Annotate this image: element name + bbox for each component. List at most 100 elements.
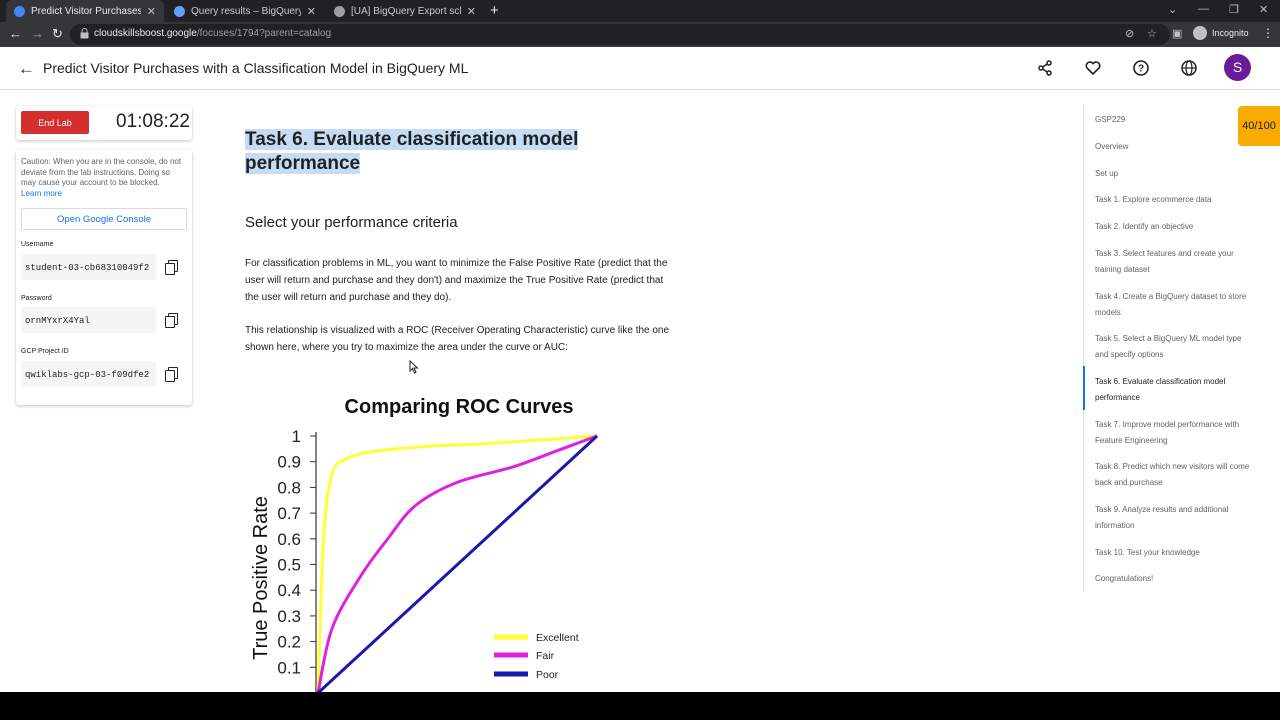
toc-item[interactable]: GSP229 (1095, 112, 1255, 128)
minimize-icon[interactable]: — (1198, 3, 1209, 15)
close-window-icon[interactable]: ✕ (1259, 3, 1268, 16)
mouse-cursor-icon (409, 360, 419, 374)
google-cloud-favicon-icon (14, 5, 25, 17)
series-line-poor (316, 434, 599, 692)
toc-item[interactable]: Overview (1095, 139, 1255, 155)
forward-icon[interactable]: → (31, 26, 44, 41)
chart-y-ticks: 0.1 0.2 0.3 0.4 0.5 0.6 0.7 0.8 0.9 1 (277, 427, 316, 677)
toc-item[interactable]: Task 9. Analyze results and additional i… (1095, 502, 1255, 534)
y-tick-label: 0.4 (277, 581, 301, 600)
task-heading-text: Task 6. Evaluate classification model pe… (245, 129, 579, 174)
share-icon[interactable] (1036, 59, 1054, 77)
browser-menu-icon[interactable]: ⋮ (1262, 26, 1274, 40)
username-field[interactable]: student-03-cb68310049f2 (21, 254, 156, 280)
y-tick-label: 0.3 (277, 607, 301, 626)
incognito-label: Incognito (1212, 28, 1249, 38)
heart-icon[interactable] (1084, 59, 1102, 77)
browser-tab-bigquery[interactable]: Query results – BigQuery – qwikl ✕ (166, 0, 324, 22)
legend-label: Poor (536, 669, 559, 681)
help-icon[interactable]: ? (1132, 59, 1150, 77)
paragraph-classification: For classification problems in ML, you w… (245, 258, 668, 303)
globe-icon[interactable] (1180, 59, 1198, 77)
task-heading: Task 6. Evaluate classification model pe… (245, 128, 605, 176)
tab-title: Query results – BigQuery – qwikl (191, 5, 301, 17)
restore-icon[interactable]: ❐ (1229, 3, 1239, 16)
google-favicon-icon (334, 5, 345, 17)
toc-item[interactable]: Task 8. Predict which new visitors will … (1095, 459, 1255, 491)
credentials-card: Caution: When you are in the console, do… (16, 150, 192, 405)
chart-title: Comparing ROC Curves (345, 396, 574, 418)
lock-icon (80, 28, 89, 39)
back-icon[interactable]: ← (9, 26, 22, 41)
incognito-icon (1193, 26, 1207, 40)
close-tab-icon[interactable]: ✕ (467, 5, 476, 18)
browser-tab-lab[interactable]: Predict Visitor Purchases with a C ✕ (6, 0, 164, 22)
bigquery-favicon-icon (174, 5, 185, 17)
app-header: ← Predict Visitor Purchases with a Class… (0, 47, 1280, 90)
tab-search-icon[interactable]: ⌄ (1168, 3, 1177, 16)
side-panel-icon[interactable]: ▣ (1172, 27, 1182, 40)
toc-active-indicator (1083, 366, 1085, 410)
chart-y-axis-label: True Positive Rate (250, 496, 272, 660)
eye-off-icon[interactable]: ⊘ (1125, 27, 1134, 40)
score-badge[interactable]: 40/100 (1238, 106, 1280, 146)
y-tick-label: 0.6 (277, 530, 301, 549)
project-id-field[interactable]: qwiklabs-gcp-03-f09dfe2 (21, 361, 156, 387)
y-tick-label: 0.1 (277, 658, 301, 677)
y-tick-label: 0.5 (277, 556, 301, 575)
caution-text: Caution: When you are in the console, do… (21, 157, 183, 199)
toc-item[interactable]: Task 7. Improve model performance with F… (1095, 417, 1255, 449)
close-tab-icon[interactable]: ✕ (307, 5, 316, 18)
copy-username-icon[interactable] (159, 254, 185, 280)
toc-item[interactable]: Task 3. Select features and create your … (1095, 246, 1255, 278)
lab-control-card: End Lab 01:08:22 (16, 106, 192, 140)
chart-series (316, 434, 599, 692)
address-bar[interactable]: cloudskillsboost.google/focuses/1794?par… (70, 24, 1170, 45)
toc-item[interactable]: Task 4. Create a BigQuery dataset to sto… (1095, 289, 1255, 321)
username-label: Username (21, 241, 54, 248)
section-subheading: Select your performance criteria (245, 214, 458, 231)
incognito-indicator[interactable]: Incognito (1193, 26, 1249, 40)
password-field[interactable]: ornMYxrX4Yal (21, 307, 156, 333)
bookmark-star-icon[interactable]: ☆ (1147, 27, 1157, 40)
toc-item[interactable]: Task 5. Select a BigQuery ML model type … (1095, 331, 1255, 363)
copy-password-icon[interactable] (159, 307, 185, 333)
y-tick-label: 1 (292, 427, 301, 446)
browser-tab-schema[interactable]: [UA] BigQuery Export schema - A ✕ (326, 0, 484, 22)
end-lab-button[interactable]: End Lab (21, 111, 89, 134)
tab-title: [UA] BigQuery Export schema - A (351, 5, 461, 17)
legend-label: Fair (536, 650, 555, 662)
reload-icon[interactable]: ↻ (52, 26, 63, 42)
tab-strip: Predict Visitor Purchases with a C ✕ Que… (0, 0, 1280, 22)
close-tab-icon[interactable]: ✕ (147, 5, 156, 18)
roc-chart: Comparing ROC Curves True Positive Rate … (250, 396, 599, 692)
toc-item[interactable]: Set up (1095, 166, 1255, 182)
avatar[interactable]: S (1224, 54, 1251, 81)
toc-item[interactable]: Task 6. Evaluate classification model pe… (1095, 374, 1255, 406)
url-text: cloudskillsboost.google/focuses/1794?par… (94, 28, 331, 39)
lab-timer: 01:08:22 (116, 111, 190, 132)
caution-message: Caution: When you are in the console, do… (21, 157, 182, 187)
url-host: cloudskillsboost.google (94, 28, 197, 39)
toc-item[interactable]: Task 10. Test your knowledge (1095, 545, 1255, 561)
toc-item[interactable]: Congratulations! (1095, 571, 1255, 587)
browser-window: Predict Visitor Purchases with a C ✕ Que… (0, 0, 1280, 692)
copy-project-id-icon[interactable] (159, 361, 185, 387)
chart-legend: Excellent Fair Poor (494, 632, 579, 681)
url-path: /focuses/1794?parent=catalog (196, 28, 332, 39)
back-arrow-icon[interactable]: ← (18, 59, 35, 79)
open-console-button[interactable]: Open Google Console (21, 208, 187, 230)
toc-item[interactable]: Task 2. Identify an objective (1095, 219, 1255, 235)
y-tick-label: 0.9 (277, 453, 301, 472)
toc-item[interactable]: Task 1. Explore ecommerce data (1095, 192, 1255, 208)
project-id-label: GCP Project ID (21, 348, 69, 355)
password-label: Password (21, 295, 52, 302)
y-tick-label: 0.7 (277, 504, 301, 523)
learn-more-link[interactable]: Learn more (21, 189, 183, 200)
svg-text:?: ? (1138, 64, 1144, 75)
table-of-contents: GSP229 Overview Set up Task 1. Explore ecom… (1083, 104, 1280, 592)
new-tab-icon[interactable]: + (490, 2, 499, 19)
tab-title: Predict Visitor Purchases with a C (31, 5, 141, 17)
page-title: Predict Visitor Purchases with a Classif… (43, 60, 469, 76)
y-tick-label: 0.2 (277, 633, 301, 652)
